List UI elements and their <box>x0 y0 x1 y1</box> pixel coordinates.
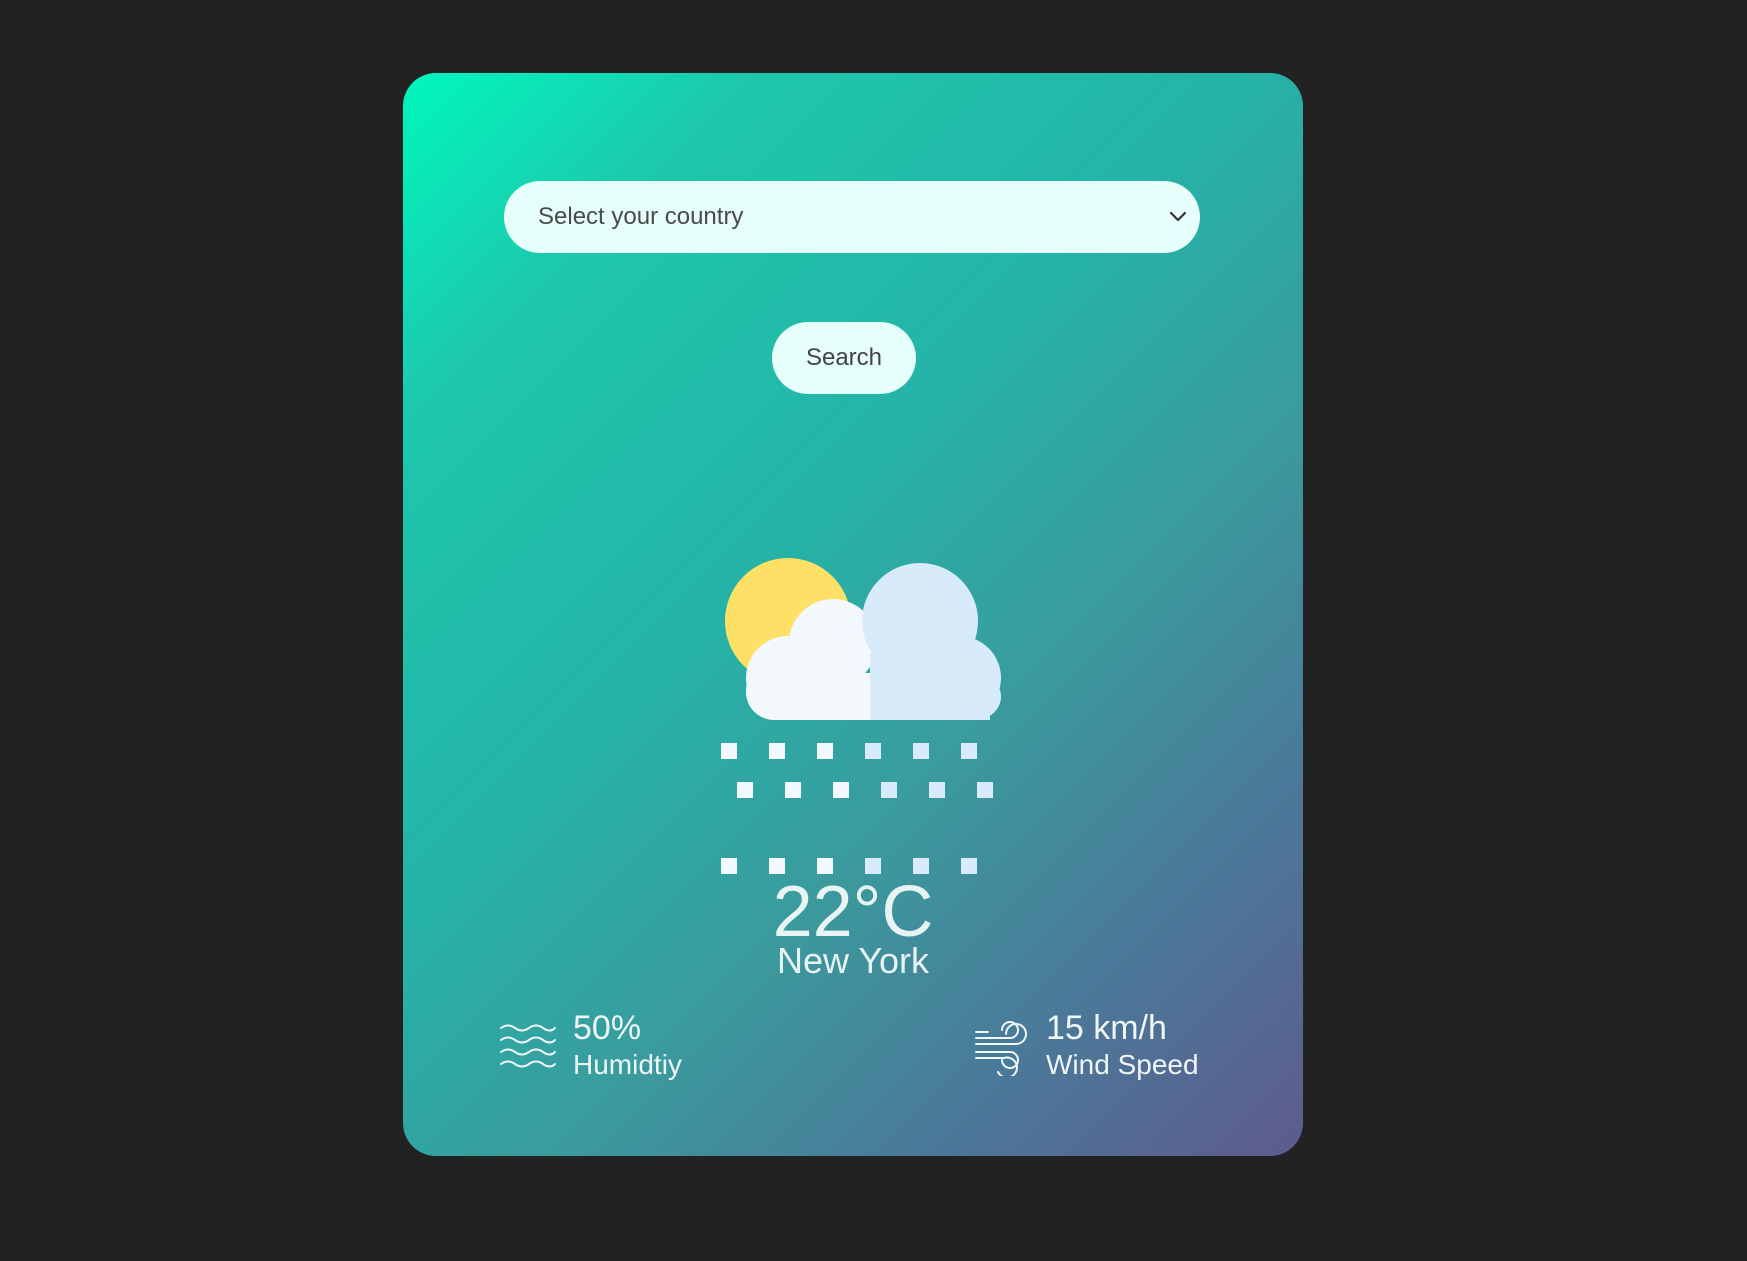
country-select-value: Select your country <box>538 203 744 230</box>
wind-stat: 15 km/h Wind Speed <box>974 1009 1199 1083</box>
wind-label: Wind Speed <box>1046 1049 1199 1080</box>
humidity-stat: 50% Humidtiy <box>499 1009 682 1083</box>
humidity-waves-icon <box>500 1024 556 1068</box>
humidity-label: Humidtiy <box>573 1049 682 1080</box>
cloud-sun-snow-icon <box>721 558 1001 798</box>
search-button[interactable]: Search <box>772 322 916 394</box>
wind-value: 15 km/h <box>1046 1009 1167 1047</box>
country-select[interactable]: Select your country <box>504 181 1200 253</box>
city-name: New York <box>776 940 930 981</box>
chevron-down-icon <box>1169 211 1187 222</box>
temperature: 22°C <box>772 872 934 952</box>
humidity-value: 50% <box>573 1009 642 1047</box>
weather-card: Select your country Search 22°C New York… <box>403 73 1303 1156</box>
wind-icon <box>975 1021 1027 1076</box>
